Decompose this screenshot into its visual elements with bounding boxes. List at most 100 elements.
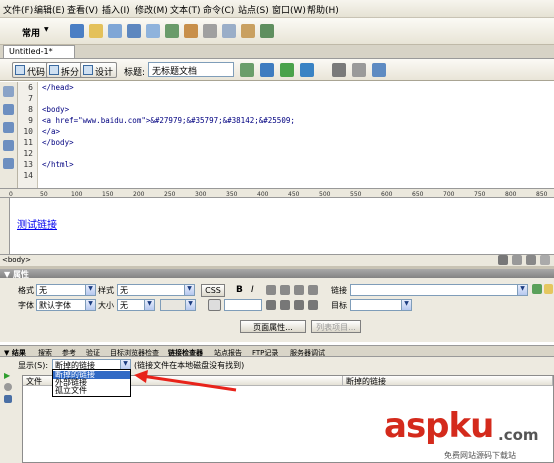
style-select[interactable]: 无 ▼ <box>117 284 195 296</box>
email-link-icon[interactable] <box>89 24 103 38</box>
line-number: 13 <box>23 160 33 169</box>
menu-modify[interactable]: 修改(M) <box>135 3 168 16</box>
indent-icon[interactable] <box>308 300 318 310</box>
save-report-icon[interactable] <box>4 395 12 403</box>
justify-icon[interactable] <box>308 285 318 295</box>
vertical-ruler <box>0 198 10 254</box>
document-toolbar: 代码 拆分 设计 标题: 无标题文档 <box>0 59 554 81</box>
collapse-tag-icon[interactable] <box>3 104 14 115</box>
format-value: 无 <box>39 286 47 295</box>
play-icon[interactable]: ▶ <box>4 371 10 380</box>
target-select[interactable]: ▼ <box>350 299 412 311</box>
ruler-tick: 200 <box>133 191 145 198</box>
color-picker-icon[interactable] <box>208 299 221 311</box>
line-number: 14 <box>23 171 33 180</box>
color-input[interactable] <box>224 299 262 311</box>
size-select[interactable]: 无 ▼ <box>117 299 155 311</box>
template-icon[interactable] <box>241 24 255 38</box>
hyperlink-icon[interactable] <box>70 24 84 38</box>
table-icon[interactable] <box>127 24 141 38</box>
date-icon[interactable] <box>203 24 217 38</box>
align-right-icon[interactable] <box>294 285 304 295</box>
menu-help[interactable]: 帮助(H) <box>307 3 339 16</box>
zoom-level-icon[interactable] <box>540 255 550 265</box>
design-icon <box>83 65 93 75</box>
css-button[interactable]: CSS <box>201 284 225 297</box>
align-center-icon[interactable] <box>280 285 290 295</box>
split-view-button[interactable]: 拆分 <box>46 62 84 78</box>
ruler-tick: 800 <box>505 191 517 198</box>
layer-icon[interactable] <box>146 24 160 38</box>
menu-view[interactable]: 查看(V) <box>67 3 98 16</box>
option-orphaned-files[interactable]: 孤立文件 <box>53 387 130 395</box>
stop-icon[interactable] <box>4 383 12 391</box>
insert-toolbar: 常用 ▼ <box>0 18 554 45</box>
menu-insert[interactable]: 插入(I) <box>102 3 130 16</box>
expand-all-icon[interactable] <box>3 122 14 133</box>
hand-tool-icon[interactable] <box>512 255 522 265</box>
italic-icon[interactable]: I <box>251 285 254 295</box>
ruler-tick: 500 <box>319 191 331 198</box>
select-tool-icon[interactable] <box>498 255 508 265</box>
tag-chooser-icon[interactable] <box>260 24 274 38</box>
zoom-tool-icon[interactable] <box>526 255 536 265</box>
preview-browser-icon[interactable] <box>260 63 274 77</box>
format-select[interactable]: 无 ▼ <box>36 284 96 296</box>
ruler-tick: 700 <box>443 191 455 198</box>
menu-commands[interactable]: 命令(C) <box>203 3 234 16</box>
watermark-tld: .com <box>498 426 539 444</box>
design-view-button[interactable]: 设计 <box>80 62 118 78</box>
column-broken-link[interactable]: 断掉的链接 <box>343 376 553 386</box>
outdent-icon[interactable] <box>294 300 304 310</box>
chevron-down-icon[interactable]: ▼ <box>44 26 49 33</box>
code-toolbar <box>0 82 18 188</box>
bold-icon[interactable]: B <box>236 285 243 295</box>
design-link[interactable]: 测试链接 <box>17 216 57 231</box>
menu-text[interactable]: 文本(T) <box>170 3 201 16</box>
comment-icon[interactable] <box>222 24 236 38</box>
browser-check-icon[interactable] <box>372 63 386 77</box>
font-select[interactable]: 默认字体 ▼ <box>36 299 96 311</box>
point-to-file-icon[interactable] <box>532 284 542 294</box>
ruler-tick: 0 <box>9 191 13 198</box>
document-tab[interactable]: Untitled-1* <box>3 45 75 58</box>
line-number: 11 <box>23 138 33 147</box>
code-view-button[interactable]: 代码 <box>12 62 50 78</box>
code-editor[interactable]: </head> <body> <a href="www.baidu.com">&… <box>38 82 554 188</box>
view-options-icon[interactable] <box>300 63 314 77</box>
code-view-label: 代码 <box>27 68 46 78</box>
visual-aids-icon[interactable] <box>332 63 346 77</box>
watermark: aspku .com 免费网站源码下载站 <box>380 404 554 463</box>
menu-edit[interactable]: 编辑(E) <box>34 3 65 16</box>
anchor-icon[interactable] <box>108 24 122 38</box>
browse-folder-icon[interactable] <box>544 284 553 294</box>
page-properties-button[interactable]: 页面属性... <box>240 320 306 333</box>
menu-file[interactable]: 文件(F) <box>3 3 33 16</box>
refresh-icon[interactable] <box>280 63 294 77</box>
media-icon[interactable] <box>184 24 198 38</box>
title-input[interactable]: 无标题文档 <box>148 62 234 77</box>
apply-comment-icon[interactable] <box>3 158 14 169</box>
list-item-button[interactable]: 列表项目... <box>311 320 361 333</box>
show-dropdown-list: 断掉的链接 外部链接 孤立文件 <box>52 369 131 397</box>
watermark-tagline: 免费网站源码下载站 <box>444 451 516 460</box>
validate-icon[interactable] <box>352 63 366 77</box>
unordered-list-icon[interactable] <box>266 300 276 310</box>
open-documents-icon[interactable] <box>3 86 14 97</box>
category-select[interactable]: 常用 <box>22 26 40 39</box>
ruler-tick: 750 <box>474 191 486 198</box>
size-unit-select[interactable]: ▼ <box>160 299 196 311</box>
image-icon[interactable] <box>165 24 179 38</box>
body-tag[interactable]: <body> <box>2 256 31 264</box>
file-management-icon[interactable] <box>240 63 254 77</box>
size-label: 大小 <box>98 301 114 310</box>
link-input[interactable]: ▼ <box>350 284 528 296</box>
design-view[interactable]: 测试链接 <box>10 198 554 254</box>
align-left-icon[interactable] <box>266 285 276 295</box>
menu-window[interactable]: 窗口(W) <box>272 3 306 16</box>
line-number: 6 <box>28 83 33 92</box>
menu-site[interactable]: 站点(S) <box>238 3 269 16</box>
line-number: 9 <box>28 116 33 125</box>
ordered-list-icon[interactable] <box>280 300 290 310</box>
select-parent-tag-icon[interactable] <box>3 140 14 151</box>
